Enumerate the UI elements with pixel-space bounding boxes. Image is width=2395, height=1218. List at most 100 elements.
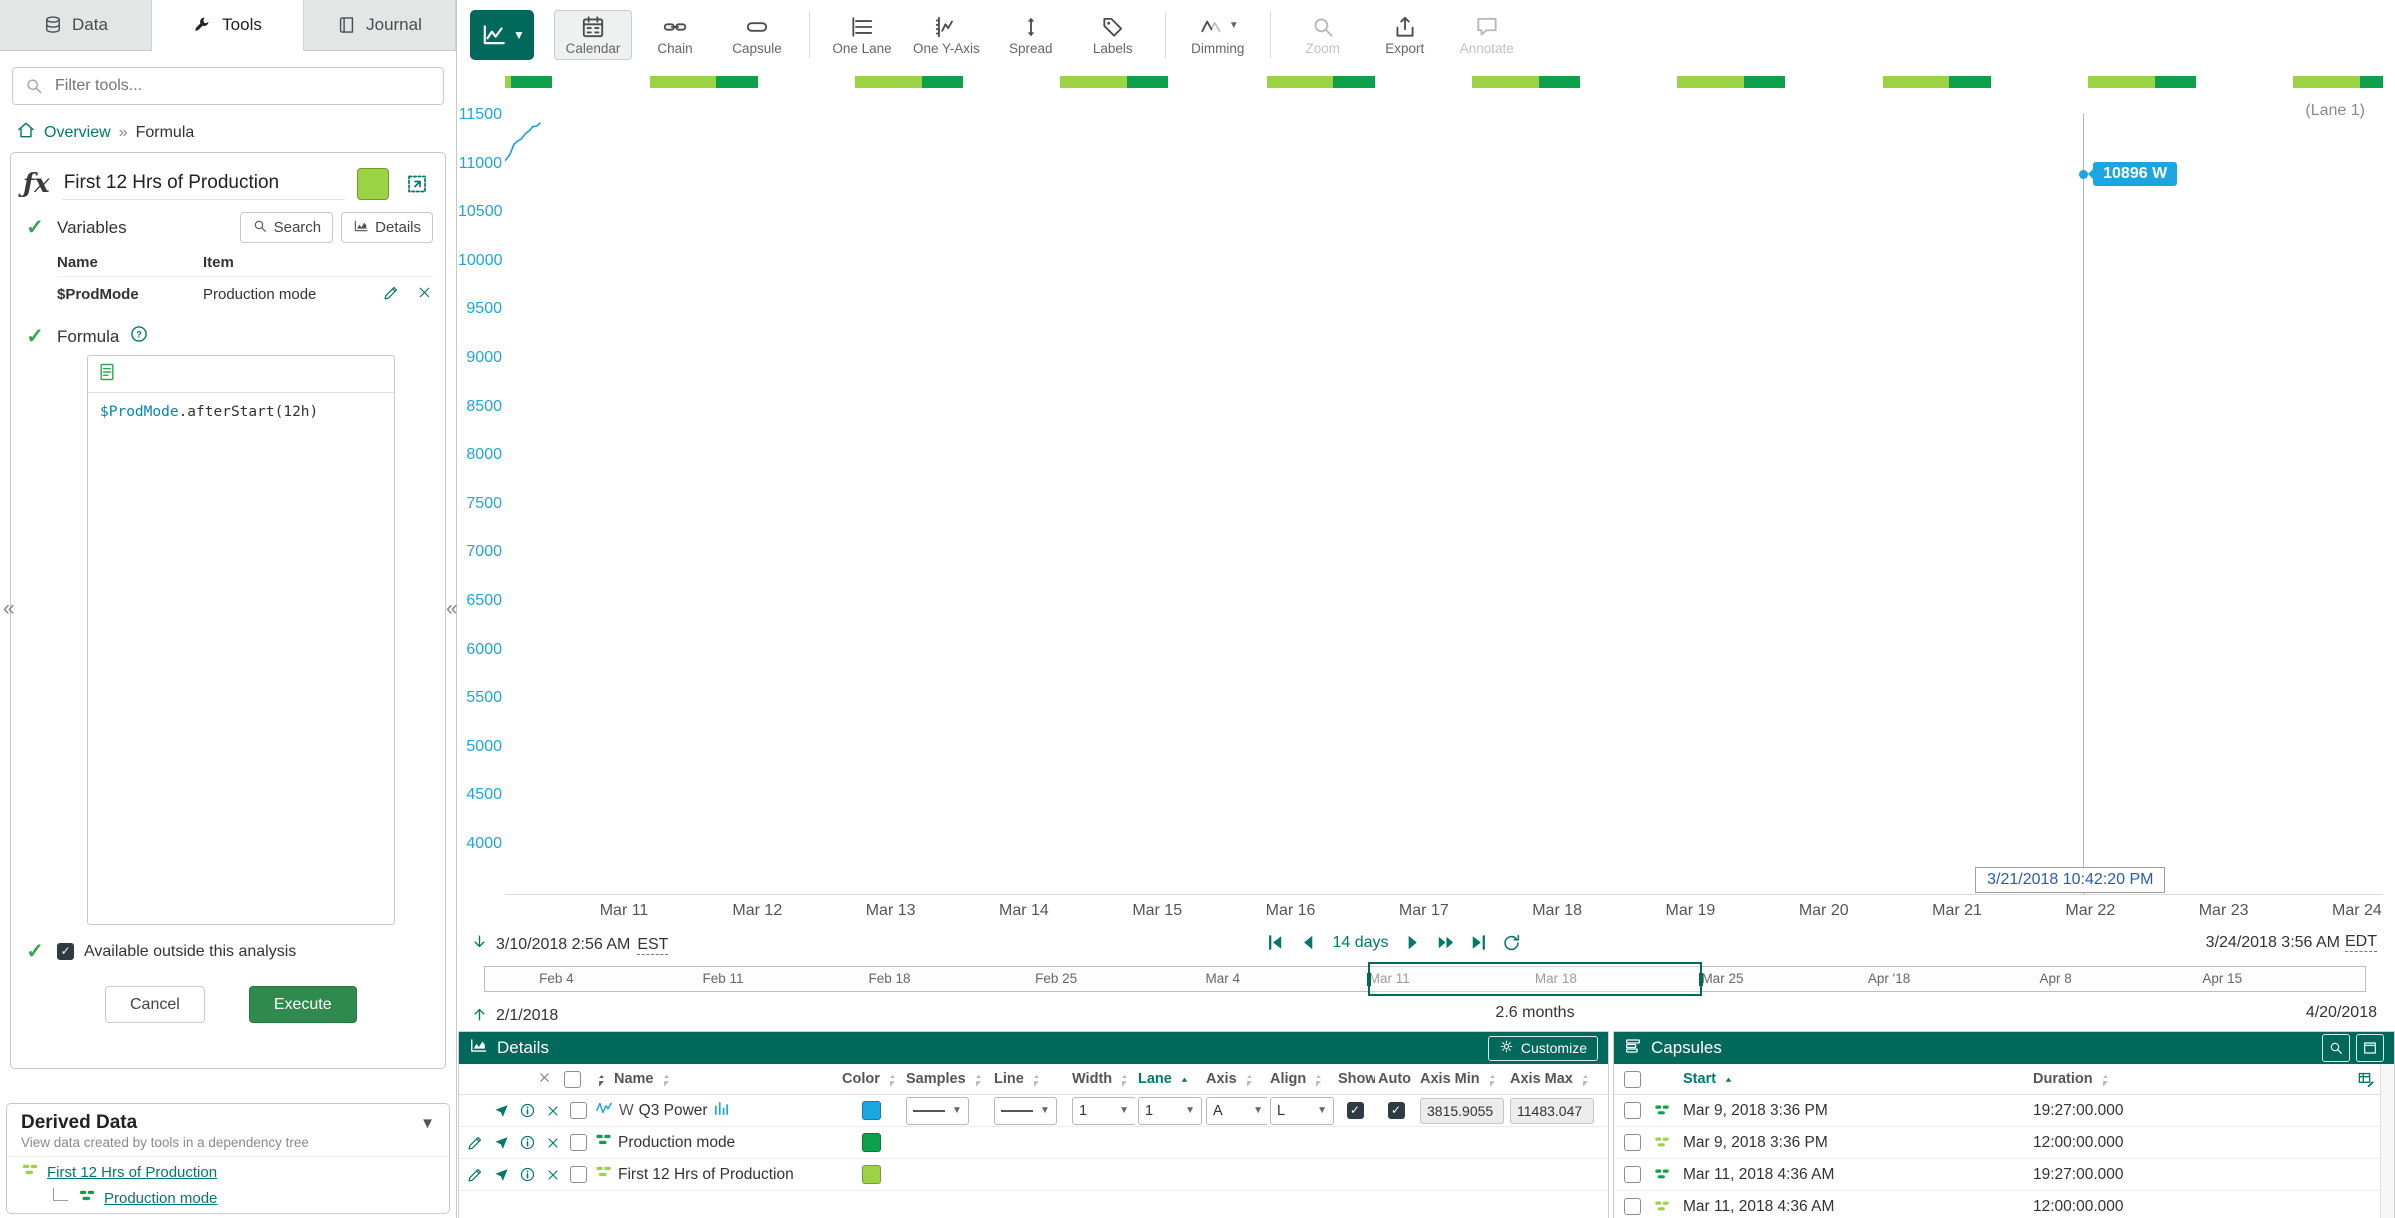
sidebar-tab-journal[interactable]: Journal (304, 0, 456, 50)
skip-end-icon[interactable] (1468, 931, 1491, 954)
capsule-bar-first-12-hrs[interactable] (505, 76, 511, 88)
details-column-name[interactable]: Name (591, 1071, 839, 1087)
details-column-axis[interactable]: Axis (1203, 1071, 1267, 1087)
formula-code[interactable]: $ProdMode.afterStart(12h) (88, 393, 394, 431)
view-mode-dropdown[interactable]: ▼ (470, 10, 534, 60)
details-column-samples[interactable]: Samples (903, 1071, 991, 1087)
capsule-bar-first-12-hrs[interactable] (1677, 76, 1744, 88)
breadcrumb-overview-link[interactable]: Overview (44, 124, 111, 142)
zoom-icon[interactable] (2322, 1034, 2350, 1062)
toolbar-button-one-y-axis[interactable]: One Y-Axis (905, 10, 988, 60)
help-icon[interactable]: ? (129, 324, 149, 349)
execute-button[interactable]: Execute (249, 986, 357, 1023)
color-swatch-button[interactable] (357, 168, 389, 200)
capsule-bar-first-12-hrs[interactable] (650, 76, 717, 88)
axis-max-input[interactable]: 11483.047 (1510, 1098, 1594, 1124)
arrow-down-icon[interactable] (470, 933, 489, 957)
fast-forward-icon[interactable] (1435, 931, 1458, 954)
row-checkbox[interactable] (570, 1134, 587, 1151)
capsule-bar-first-12-hrs[interactable] (2088, 76, 2155, 88)
details-column-line[interactable]: Line (991, 1071, 1069, 1087)
axis-min-input[interactable]: 3815.9055 (1420, 1098, 1504, 1124)
details-column-lane[interactable]: Lane (1135, 1071, 1203, 1087)
toolbar-button-capsule[interactable]: Capsule (718, 10, 796, 60)
collapse-sidebar-button[interactable]: « (446, 598, 458, 619)
tool-name-input[interactable] (62, 167, 345, 200)
customize-button[interactable]: Customize (1488, 1036, 1598, 1061)
window-icon[interactable] (2356, 1034, 2384, 1062)
home-icon[interactable] (16, 120, 36, 145)
signal-plot[interactable] (505, 70, 2383, 898)
remove-icon[interactable] (545, 1135, 561, 1151)
table-edit-icon[interactable] (2357, 1070, 2376, 1089)
row-checkbox[interactable] (570, 1102, 587, 1119)
send-icon[interactable] (493, 1134, 510, 1151)
capsule-checkbox[interactable] (1624, 1134, 1641, 1151)
capsule-bar-first-12-hrs[interactable] (1060, 76, 1127, 88)
capsule-checkbox[interactable] (1624, 1198, 1641, 1215)
show-checkbox[interactable] (1347, 1102, 1364, 1119)
stats-icon[interactable] (713, 1100, 730, 1122)
available-checkbox[interactable] (57, 943, 74, 960)
info-icon[interactable] (519, 1134, 536, 1151)
slider-selection[interactable] (1368, 962, 1702, 996)
toolbar-button-labels[interactable]: Labels (1074, 10, 1152, 60)
capsule-row[interactable]: Mar 9, 2018 3:36 PM19:27:00.000 (1614, 1095, 2394, 1127)
color-swatch[interactable] (862, 1101, 881, 1120)
remove-all-icon[interactable] (537, 1070, 552, 1089)
detail-row[interactable]: Production mode (459, 1127, 1608, 1159)
remove-icon[interactable] (545, 1167, 561, 1183)
toolbar-button-dimming[interactable]: ▼Dimming (1179, 10, 1257, 60)
axis-select[interactable]: A▼ (1206, 1097, 1267, 1125)
lane-select[interactable]: 1▼ (1138, 1097, 1202, 1125)
toolbar-button-export[interactable]: Export (1366, 10, 1444, 60)
send-icon[interactable] (493, 1166, 510, 1183)
toolbar-button-calendar[interactable]: Calendar (554, 10, 632, 60)
capsule-row[interactable]: Mar 11, 2018 4:36 AM12:00:00.000 (1614, 1191, 2394, 1218)
samples-style-dropdown[interactable]: ▼ (906, 1097, 969, 1125)
detail-row[interactable]: WQ3 Power▼▼1▼1▼A▼L▼3815.905511483.047 (459, 1095, 1608, 1127)
toolbar-button-spread[interactable]: Spread (992, 10, 1070, 60)
slider-track[interactable]: Feb 4Feb 11Feb 18Feb 25Mar 4Mar 11Mar 18… (484, 966, 2366, 992)
line-style-dropdown[interactable]: ▼ (994, 1097, 1057, 1125)
trend-chart[interactable]: 1150011000105001000095009000850080007500… (458, 70, 2395, 900)
capsule-bar-first-12-hrs[interactable] (1883, 76, 1950, 88)
capsules-column-duration[interactable]: Duration (2030, 1071, 2348, 1087)
capsule-checkbox[interactable] (1624, 1102, 1641, 1119)
width-select[interactable]: 1▼ (1072, 1097, 1135, 1125)
detail-row[interactable]: First 12 Hrs of Production (459, 1159, 1608, 1191)
refresh-icon[interactable] (1501, 932, 1523, 954)
select-all-checkbox[interactable] (564, 1071, 581, 1088)
color-swatch[interactable] (862, 1133, 881, 1152)
remove-icon[interactable] (416, 284, 433, 305)
maximize-icon[interactable] (401, 168, 433, 200)
variables-search-button[interactable]: Search (240, 212, 334, 243)
cancel-button[interactable]: Cancel (105, 986, 205, 1023)
collapse-panel-left-button[interactable]: « (3, 598, 15, 619)
details-column-axis-max[interactable]: Axis Max (1507, 1071, 1599, 1087)
forward-icon[interactable] (1402, 931, 1425, 954)
derived-item-link[interactable]: Production mode (104, 1190, 217, 1207)
filter-tools-input[interactable] (12, 67, 444, 105)
align-select[interactable]: L▼ (1270, 1097, 1334, 1125)
timezone-start[interactable]: EST (637, 936, 668, 955)
capsule-bar-first-12-hrs[interactable] (855, 76, 922, 88)
send-icon[interactable] (493, 1102, 510, 1119)
auto-checkbox[interactable] (1388, 1102, 1405, 1119)
capsule-bar-first-12-hrs[interactable] (1472, 76, 1539, 88)
pencil-icon[interactable] (467, 1166, 484, 1183)
variables-details-button[interactable]: Details (341, 212, 433, 243)
color-swatch[interactable] (862, 1165, 881, 1184)
chevron-down-icon[interactable]: ▼ (420, 1115, 435, 1132)
capsule-bar-first-12-hrs[interactable] (2293, 76, 2360, 88)
capsules-column-start[interactable]: Start (1680, 1071, 2030, 1087)
pencil-icon[interactable] (467, 1134, 484, 1151)
toolbar-button-chain[interactable]: Chain (636, 10, 714, 60)
details-column-auto[interactable]: Auto (1375, 1071, 1417, 1087)
capsule-checkbox[interactable] (1624, 1166, 1641, 1183)
capsule-bar-first-12-hrs[interactable] (1267, 76, 1334, 88)
remove-icon[interactable] (545, 1103, 561, 1119)
select-all-capsules-checkbox[interactable] (1624, 1071, 1641, 1088)
info-icon[interactable] (519, 1166, 536, 1183)
pencil-icon[interactable] (383, 284, 400, 305)
